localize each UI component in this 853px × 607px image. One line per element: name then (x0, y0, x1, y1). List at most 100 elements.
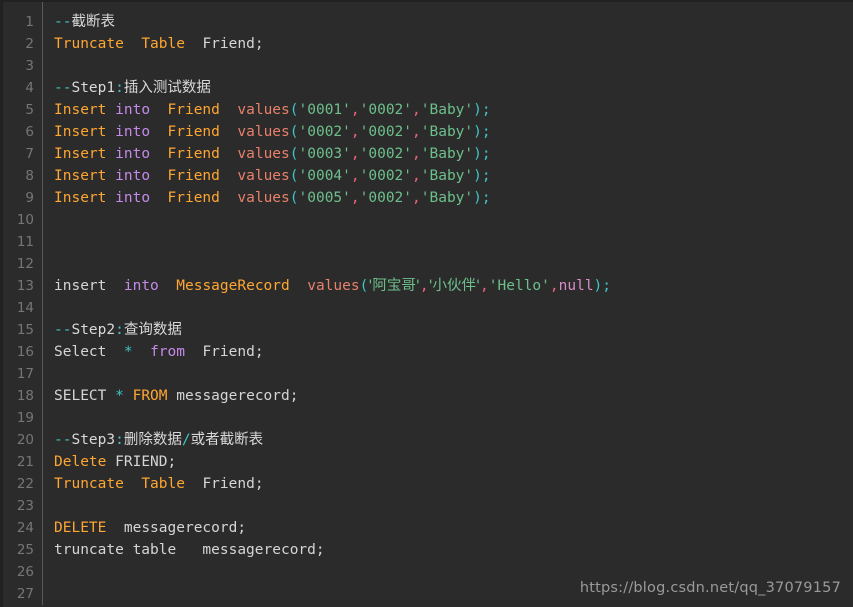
code-line[interactable]: Insert into Friend values('0003','0002',… (54, 143, 853, 165)
code-token-str: '0002' (359, 168, 413, 184)
code-token-punct: ; (481, 190, 491, 206)
code-line[interactable]: Insert into Friend values('0004','0002',… (54, 165, 853, 187)
line-number: 13 (16, 278, 34, 294)
code-token-punct: ; (481, 168, 491, 184)
line-number: 25 (16, 542, 34, 558)
code-line[interactable]: --Step3:删除数据/或者截断表 (54, 429, 853, 451)
watermark-url: https://blog.csdn.net/qq_37079157 (579, 580, 841, 596)
code-token-comma: , (350, 102, 360, 118)
code-token-kw: Table (141, 36, 185, 52)
code-token-kw: Friend (167, 146, 220, 162)
code-line[interactable] (54, 253, 853, 275)
code-line[interactable]: Select * from Friend; (54, 341, 853, 363)
code-token-str: '0002' (359, 190, 413, 206)
code-line[interactable] (54, 363, 853, 385)
code-line[interactable]: Insert into Friend values('0005','0002',… (54, 187, 853, 209)
code-line[interactable]: --Step2:查询数据 (54, 319, 853, 341)
code-token-kw: Insert (54, 124, 107, 140)
code-token-punct: ( (289, 190, 299, 206)
code-token-punct: ) (593, 278, 603, 294)
code-line[interactable]: Insert into Friend values('0002','0002',… (54, 121, 853, 143)
code-line[interactable] (54, 495, 853, 517)
code-token-plain: Friend; (202, 476, 264, 492)
line-number: 22 (16, 476, 34, 492)
code-token-kw2: from (150, 344, 185, 360)
line-number-gutter: 1 2 3 4 5 6 7 8 9 10 11 12 13 14 15 16 17 18 19 20 21 22 23 24 2… (3, 2, 43, 605)
sql-code-editor[interactable]: 1 2 3 4 5 6 7 8 9 10 11 12 13 14 15 16 17 18 19 20 21 22 23 24 2… (0, 0, 853, 607)
line-number: 4 (25, 80, 34, 96)
code-line[interactable]: DELETE messagerecord; (54, 517, 853, 539)
code-line[interactable] (54, 55, 853, 77)
code-token-str: '0002' (359, 124, 413, 140)
code-token-comma: , (412, 102, 421, 118)
code-line[interactable] (54, 209, 853, 231)
code-token-plain: SELECT (54, 388, 107, 404)
code-token-func: values (237, 168, 290, 184)
code-token-plain: FRIEND; (115, 454, 177, 470)
code-token-kw: MessageRecord (176, 278, 290, 294)
code-token-comma: , (350, 124, 360, 140)
code-line[interactable]: truncate table messagerecord; (54, 539, 853, 561)
code-line[interactable]: SELECT * FROM messagerecord; (54, 385, 853, 407)
code-token-kw: Friend (167, 190, 220, 206)
code-token-str: '0002' (359, 146, 413, 162)
code-token-kw2: into (123, 278, 159, 294)
code-token-kw2: into (115, 190, 151, 206)
line-number: 27 (16, 586, 34, 602)
code-line[interactable]: --Step1:插入测试数据 (54, 77, 853, 99)
code-token-kw: DELETE (54, 520, 107, 536)
line-number: 5 (25, 102, 34, 118)
code-lines-container[interactable]: --截断表 Truncate Table Friend; --Step1:插入测试… (43, 2, 853, 605)
code-token-comma: , (350, 146, 360, 162)
line-number: 12 (16, 256, 34, 272)
code-token-comment: 截断表 (71, 14, 115, 30)
code-token-comma: , (412, 146, 421, 162)
code-token-punct: ; (481, 146, 491, 162)
code-token-punct: -- (54, 322, 72, 338)
code-token-comma: , (350, 190, 360, 206)
code-token-kw: Delete (54, 454, 107, 470)
code-line[interactable] (54, 407, 853, 429)
code-token-null: null (558, 278, 594, 294)
code-line[interactable]: Truncate Table Friend; (54, 33, 853, 55)
code-token-kw: Insert (54, 102, 107, 118)
code-token-comment: Step2 (71, 322, 116, 338)
code-token-kw2: into (115, 102, 151, 118)
code-line[interactable]: insert into MessageRecord values('阿宝哥','… (54, 275, 853, 297)
line-number: 17 (16, 366, 34, 382)
code-token-kw2: into (115, 168, 151, 184)
code-token-punct: * (115, 388, 124, 404)
line-number: 3 (25, 58, 34, 74)
code-line[interactable]: Delete FRIEND; (54, 451, 853, 473)
code-token-punct: : (115, 432, 124, 448)
code-line[interactable] (54, 231, 853, 253)
code-line[interactable]: --截断表 (54, 11, 853, 33)
code-line[interactable]: Insert into Friend values('0001','0002',… (54, 99, 853, 121)
code-token-punct: ) (473, 168, 482, 184)
code-token-comment: Step3 (71, 432, 116, 448)
line-number: 6 (25, 124, 34, 140)
code-token-func: values (237, 102, 290, 118)
code-line[interactable]: Truncate Table Friend; (54, 473, 853, 495)
code-token-punct: ( (289, 146, 299, 162)
line-number: 2 (25, 36, 34, 52)
code-token-kw2: into (115, 146, 151, 162)
code-token-str: '0001' (298, 102, 351, 118)
code-token-plain: Friend; (202, 36, 264, 52)
line-number: 19 (16, 410, 34, 426)
code-token-punct: ) (473, 146, 482, 162)
code-token-comma: , (419, 278, 429, 294)
code-line[interactable] (54, 297, 853, 319)
code-token-punct: * (123, 344, 133, 360)
code-token-kw: Friend (167, 124, 220, 140)
code-token-plain: Friend; (202, 344, 264, 360)
